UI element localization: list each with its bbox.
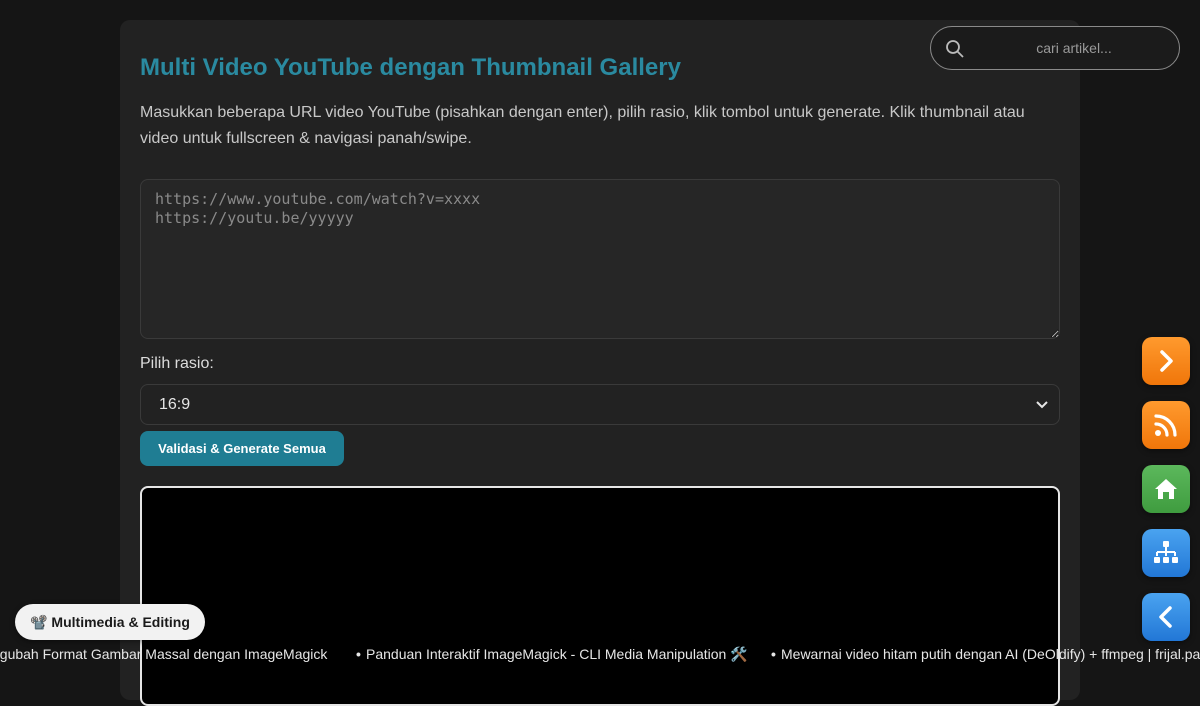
ratio-select[interactable]: 16:9 [140,384,1060,425]
bullet-icon: • [771,646,776,662]
news-ticker: ngubah Format Gambar Massal dengan Image… [0,645,1200,665]
category-pill[interactable]: 📽️ Multimedia & Editing [15,604,205,640]
ticker-item[interactable]: • Panduan Interaktif ImageMagick - CLI Me… [356,646,748,663]
ticker-item-label: Mewarnai video hitam putih dengan AI (De… [781,646,1200,662]
chevron-down-icon [1036,401,1048,409]
page-description: Masukkan beberapa URL video YouTube (pis… [140,104,1025,147]
previous-article-button[interactable] [1142,593,1190,641]
ratio-label: Pilih rasio: [140,355,214,372]
chevron-right-icon [1160,350,1173,372]
home-button[interactable] [1142,465,1190,513]
ticker-item[interactable]: • Mewarnai video hitam putih dengan AI (D… [771,646,1200,662]
home-icon [1155,479,1177,499]
rss-button[interactable] [1142,401,1190,449]
search-box[interactable]: cari artikel... [930,26,1180,70]
rss-icon [1154,414,1177,437]
search-icon [946,40,964,58]
chevron-left-icon [1159,606,1172,628]
next-article-button[interactable] [1142,337,1190,385]
generate-button[interactable]: Validasi & Generate Semua [140,431,344,466]
ticker-item[interactable]: ngubah Format Gambar Massal dengan Image… [0,646,327,662]
video-urls-textarea[interactable] [140,179,1060,339]
ticker-item-label: ngubah Format Gambar Massal dengan Image… [0,646,328,662]
bullet-icon: • [356,646,361,662]
ratio-selected-value: 16:9 [159,396,191,413]
ticker-item-label: Panduan Interaktif ImageMagick - CLI Med… [366,646,748,662]
sitemap-icon [1154,541,1178,563]
video-player[interactable] [140,486,1060,706]
sitemap-button[interactable] [1142,529,1190,577]
search-placeholder: cari artikel... [1036,40,1112,56]
page-title: Multi Video YouTube dengan Thumbnail Gal… [140,54,681,81]
